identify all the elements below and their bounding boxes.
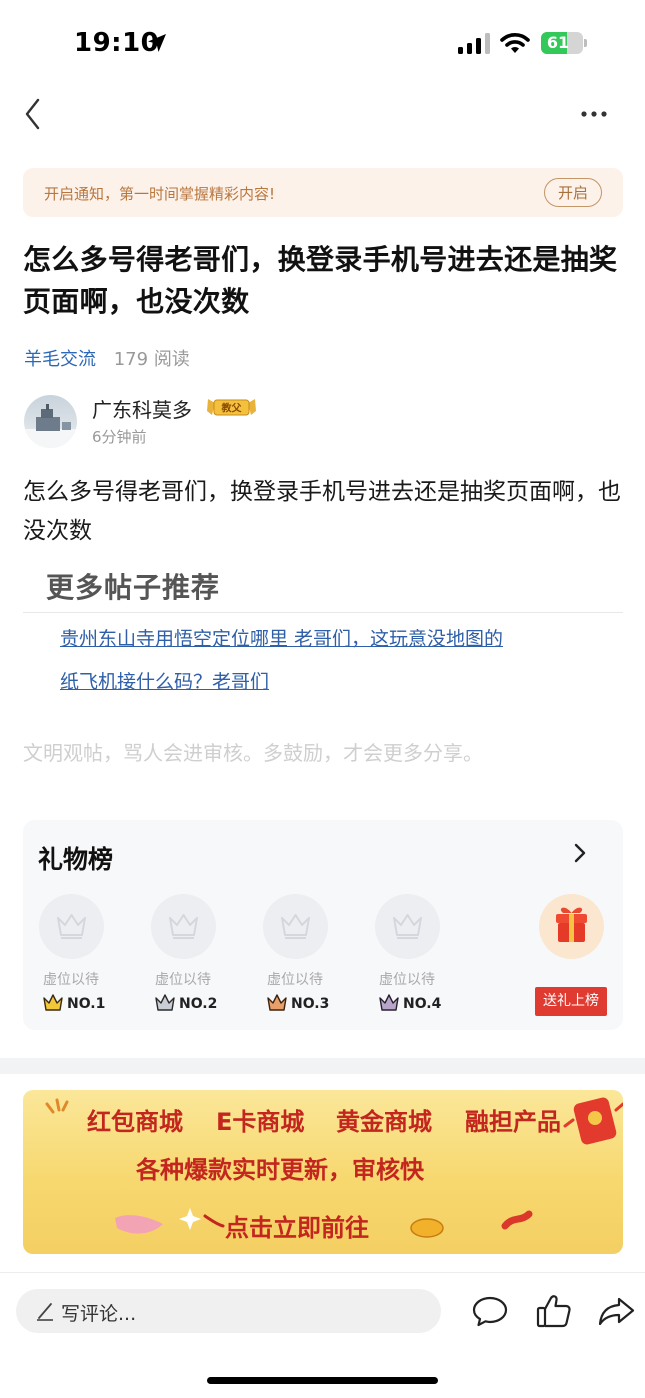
promo-item: 红包商城 <box>87 1108 183 1136</box>
signal-icon <box>458 33 490 54</box>
section-separator <box>0 1058 645 1074</box>
notification-banner: 开启通知，第一时间掌握精彩内容! 开启 <box>23 168 623 217</box>
enable-notification-button[interactable]: 开启 <box>544 178 602 207</box>
crown-icon <box>267 994 287 1011</box>
post-meta: 羊毛交流 179 阅读 <box>24 345 190 371</box>
crown-icon <box>56 914 86 939</box>
godfather-badge: 教父 <box>207 399 256 416</box>
slot-label: 虚位以待 <box>379 972 435 988</box>
promo-tagline: 各种爆款实时更新，审核快 <box>136 1156 424 1184</box>
rank-label: NO.2 <box>179 996 218 1012</box>
recommended-post-link[interactable]: 贵州东山寺用悟空定位哪里 老哥们，这玩意没地图的 <box>60 624 503 651</box>
crown-icon <box>392 914 422 939</box>
status-bar: 19:10 61 <box>0 0 645 88</box>
read-count: 179 阅读 <box>113 349 190 370</box>
gift-slot-1[interactable]: 虚位以待 <box>38 894 104 989</box>
promo-banner[interactable]: 红包商城 E卡商城 黄金商城 融担产品 各种爆款实时更新，审核快 点击立即前往 <box>23 1090 623 1254</box>
rank-no2: NO.2 <box>155 994 217 1016</box>
crown-icon <box>280 914 310 939</box>
pen-icon <box>37 1303 53 1321</box>
promo-item: 融担产品 <box>465 1108 561 1136</box>
comment-placeholder: 写评论... <box>61 1303 137 1325</box>
comment-input[interactable]: 写评论... <box>16 1289 441 1333</box>
author-name[interactable]: 广东科莫多 <box>92 394 192 423</box>
gift-icon[interactable] <box>539 894 604 959</box>
chevron-right-icon[interactable] <box>571 840 589 866</box>
gift-slot-4[interactable]: 虚位以待 <box>374 894 440 989</box>
post-time: 6分钟前 <box>92 428 147 446</box>
recommended-post-link[interactable]: 纸飞机接什么码？老哥们 <box>60 667 269 694</box>
send-gift-button[interactable]: 送礼上榜 <box>535 987 607 1016</box>
crown-icon <box>168 914 198 939</box>
civility-notice: 文明观帖，骂人会进审核。多鼓励，才会更多分享。 <box>23 741 483 765</box>
promo-item: E卡商城 <box>216 1108 305 1136</box>
slot-label: 虚位以待 <box>43 972 99 988</box>
post-body: 怎么多号得老哥们，换登录手机号进去还是抽奖页面啊，也没次数 <box>23 479 621 544</box>
location-arrow-icon <box>148 34 166 52</box>
slot-label: 虚位以待 <box>155 972 211 988</box>
slot-label: 虚位以待 <box>267 972 323 988</box>
more-posts-heading: 更多帖子推荐 <box>46 571 221 604</box>
like-icon[interactable] <box>535 1292 573 1330</box>
avatar[interactable] <box>24 395 77 448</box>
rank-no4: NO.4 <box>379 994 441 1016</box>
promo-cta[interactable]: 点击立即前往 <box>225 1208 369 1243</box>
rank-label: NO.4 <box>403 996 442 1012</box>
post-title: 怎么多号得老哥们，换登录手机号进去还是抽奖页面啊，也没次数 <box>23 243 618 318</box>
wifi-icon <box>500 33 530 53</box>
post-tag[interactable]: 羊毛交流 <box>24 349 96 370</box>
notification-text: 开启通知，第一时间掌握精彩内容! <box>44 185 276 203</box>
gift-slot-2[interactable]: 虚位以待 <box>150 894 216 989</box>
home-indicator <box>207 1377 438 1384</box>
rank-label: NO.1 <box>67 996 106 1012</box>
back-icon[interactable] <box>22 96 46 132</box>
gift-slot-3[interactable]: 虚位以待 <box>262 894 328 989</box>
share-icon[interactable] <box>597 1292 635 1330</box>
crown-icon <box>155 994 175 1011</box>
battery-icon: 61 <box>541 32 587 54</box>
promo-item: 黄金商城 <box>336 1108 432 1136</box>
more-icon[interactable] <box>578 100 610 128</box>
badge-text: 教父 <box>221 402 243 415</box>
gift-board-title: 礼物榜 <box>38 845 114 874</box>
comment-icon[interactable] <box>471 1292 509 1330</box>
divider <box>23 612 623 613</box>
gift-board: 礼物榜 虚位以待 虚位以待 虚位以待 虚位以待 NO.1 NO.2 NO.3 N… <box>23 820 623 1030</box>
crown-icon <box>43 994 63 1011</box>
rank-no3: NO.3 <box>267 994 329 1016</box>
battery-percent: 61 <box>546 33 570 52</box>
crown-icon <box>379 994 399 1011</box>
rank-label: NO.3 <box>291 996 330 1012</box>
rank-no1: NO.1 <box>43 994 105 1016</box>
divider <box>0 1272 645 1273</box>
